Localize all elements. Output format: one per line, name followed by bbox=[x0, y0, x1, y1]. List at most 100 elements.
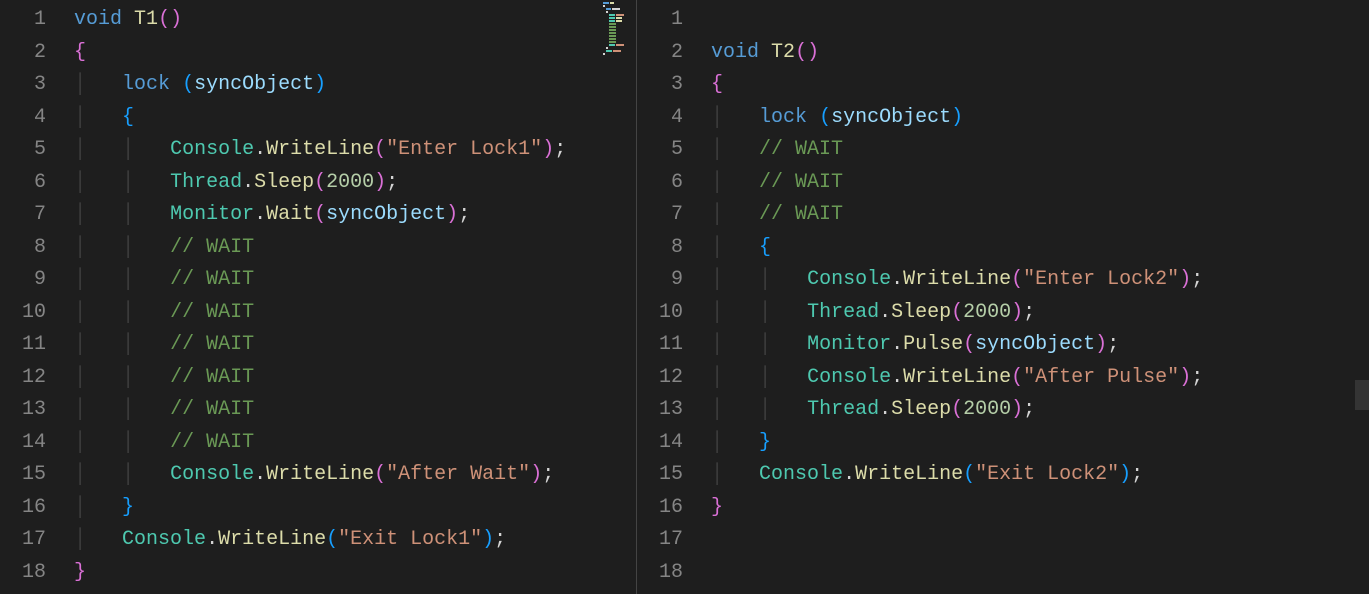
number-literal: 2000 bbox=[963, 398, 1011, 421]
code-line[interactable]: │ // WAIT bbox=[699, 199, 1369, 232]
method-writeline: WriteLine bbox=[903, 366, 1011, 389]
comment: // WAIT bbox=[759, 203, 843, 226]
code-line[interactable] bbox=[699, 557, 1369, 590]
scrollbar-thumb[interactable] bbox=[1355, 380, 1369, 410]
method-wait: Wait bbox=[266, 203, 314, 226]
code-line[interactable]: │ } bbox=[62, 492, 636, 525]
code-line[interactable]: │ { bbox=[62, 102, 636, 135]
code-line[interactable]: │ │ Monitor.Wait(syncObject); bbox=[62, 199, 636, 232]
line-number: 2 bbox=[637, 37, 683, 70]
code-line[interactable]: │ │ Console.WriteLine("Enter Lock2"); bbox=[699, 264, 1369, 297]
method-writeline: WriteLine bbox=[903, 268, 1011, 291]
type-thread: Thread bbox=[170, 171, 242, 194]
split-editor: 1 2 3 4 5 6 7 8 9 10 11 12 13 14 15 16 1… bbox=[0, 0, 1369, 594]
string-literal: "After Pulse" bbox=[1023, 366, 1179, 389]
line-number: 3 bbox=[637, 69, 683, 102]
method-writeline: WriteLine bbox=[218, 528, 326, 551]
code-line[interactable]: void T1() bbox=[62, 4, 636, 37]
method-pulse: Pulse bbox=[903, 333, 963, 356]
number-literal: 2000 bbox=[326, 171, 374, 194]
line-number: 16 bbox=[637, 492, 683, 525]
type-monitor: Monitor bbox=[170, 203, 254, 226]
code-line[interactable]: │ // WAIT bbox=[699, 134, 1369, 167]
code-line[interactable]: │ lock (syncObject) bbox=[699, 102, 1369, 135]
identifier-syncobject: syncObject bbox=[194, 73, 314, 96]
code-line[interactable]: │ │ Thread.Sleep(2000); bbox=[62, 167, 636, 200]
method-sleep: Sleep bbox=[891, 398, 951, 421]
line-number: 14 bbox=[0, 427, 46, 460]
identifier-syncobject: syncObject bbox=[975, 333, 1095, 356]
editor-pane-left[interactable]: 1 2 3 4 5 6 7 8 9 10 11 12 13 14 15 16 1… bbox=[0, 0, 636, 594]
line-number: 17 bbox=[637, 524, 683, 557]
code-line[interactable]: │ } bbox=[699, 427, 1369, 460]
line-number: 5 bbox=[637, 134, 683, 167]
method-writeline: WriteLine bbox=[855, 463, 963, 486]
code-line[interactable]: │ Console.WriteLine("Exit Lock1"); bbox=[62, 524, 636, 557]
line-number: 7 bbox=[637, 199, 683, 232]
code-line[interactable]: │ │ Thread.Sleep(2000); bbox=[699, 297, 1369, 330]
line-number: 12 bbox=[0, 362, 46, 395]
string-literal: "Exit Lock2" bbox=[975, 463, 1119, 486]
line-number: 15 bbox=[0, 459, 46, 492]
code-area-right[interactable]: void T2() { │ lock (syncObject) │ // WAI… bbox=[699, 0, 1369, 594]
code-line[interactable]: │ { bbox=[699, 232, 1369, 265]
type-console: Console bbox=[807, 366, 891, 389]
function-name: T1 bbox=[134, 8, 158, 31]
code-line[interactable] bbox=[699, 4, 1369, 37]
code-line[interactable]: │ │ // WAIT bbox=[62, 427, 636, 460]
comment: // WAIT bbox=[170, 301, 254, 324]
string-literal: "Exit Lock1" bbox=[338, 528, 482, 551]
line-gutter-right: 1 2 3 4 5 6 7 8 9 10 11 12 13 14 15 16 1… bbox=[637, 0, 699, 594]
code-line[interactable]: │ Console.WriteLine("Exit Lock2"); bbox=[699, 459, 1369, 492]
line-number: 8 bbox=[637, 232, 683, 265]
type-thread: Thread bbox=[807, 301, 879, 324]
editor-pane-right[interactable]: 1 2 3 4 5 6 7 8 9 10 11 12 13 14 15 16 1… bbox=[637, 0, 1369, 594]
code-line[interactable]: │ │ // WAIT bbox=[62, 329, 636, 362]
code-line[interactable]: │ │ Console.WriteLine("After Pulse"); bbox=[699, 362, 1369, 395]
keyword-lock: lock bbox=[122, 73, 170, 96]
comment: // WAIT bbox=[170, 398, 254, 421]
code-line[interactable]: } bbox=[62, 557, 636, 590]
code-line[interactable]: │ │ // WAIT bbox=[62, 232, 636, 265]
code-line[interactable]: { bbox=[699, 69, 1369, 102]
comment: // WAIT bbox=[170, 268, 254, 291]
identifier-syncobject: syncObject bbox=[831, 106, 951, 129]
code-line[interactable]: │ │ // WAIT bbox=[62, 297, 636, 330]
code-line[interactable]: │ │ Console.WriteLine("After Wait"); bbox=[62, 459, 636, 492]
type-console: Console bbox=[807, 268, 891, 291]
method-writeline: WriteLine bbox=[266, 463, 374, 486]
line-number: 15 bbox=[637, 459, 683, 492]
code-line[interactable]: │ │ // WAIT bbox=[62, 362, 636, 395]
code-line[interactable]: │ lock (syncObject) bbox=[62, 69, 636, 102]
comment: // WAIT bbox=[170, 431, 254, 454]
string-literal: "Enter Lock2" bbox=[1023, 268, 1179, 291]
line-number: 9 bbox=[0, 264, 46, 297]
line-number: 11 bbox=[637, 329, 683, 362]
line-number: 1 bbox=[0, 4, 46, 37]
line-number: 13 bbox=[0, 394, 46, 427]
line-number: 17 bbox=[0, 524, 46, 557]
line-number: 14 bbox=[637, 427, 683, 460]
line-gutter-left: 1 2 3 4 5 6 7 8 9 10 11 12 13 14 15 16 1… bbox=[0, 0, 62, 594]
keyword-lock: lock bbox=[759, 106, 807, 129]
code-line[interactable] bbox=[699, 524, 1369, 557]
code-line[interactable]: │ │ // WAIT bbox=[62, 264, 636, 297]
code-line[interactable]: │ │ Monitor.Pulse(syncObject); bbox=[699, 329, 1369, 362]
code-line[interactable]: │ │ Console.WriteLine("Enter Lock1"); bbox=[62, 134, 636, 167]
line-number: 3 bbox=[0, 69, 46, 102]
code-line[interactable]: │ │ Thread.Sleep(2000); bbox=[699, 394, 1369, 427]
type-console: Console bbox=[170, 463, 254, 486]
type-console: Console bbox=[170, 138, 254, 161]
code-line[interactable]: } bbox=[699, 492, 1369, 525]
code-line[interactable]: │ │ // WAIT bbox=[62, 394, 636, 427]
line-number: 1 bbox=[637, 4, 683, 37]
function-name: T2 bbox=[771, 41, 795, 64]
code-line[interactable]: { bbox=[62, 37, 636, 70]
method-sleep: Sleep bbox=[891, 301, 951, 324]
code-line[interactable]: void T2() bbox=[699, 37, 1369, 70]
code-line[interactable]: │ // WAIT bbox=[699, 167, 1369, 200]
code-area-left[interactable]: void T1() { │ lock (syncObject) │ { │ │ … bbox=[62, 0, 636, 594]
minimap-left[interactable] bbox=[600, 0, 636, 594]
comment: // WAIT bbox=[759, 138, 843, 161]
string-literal: "Enter Lock1" bbox=[386, 138, 542, 161]
